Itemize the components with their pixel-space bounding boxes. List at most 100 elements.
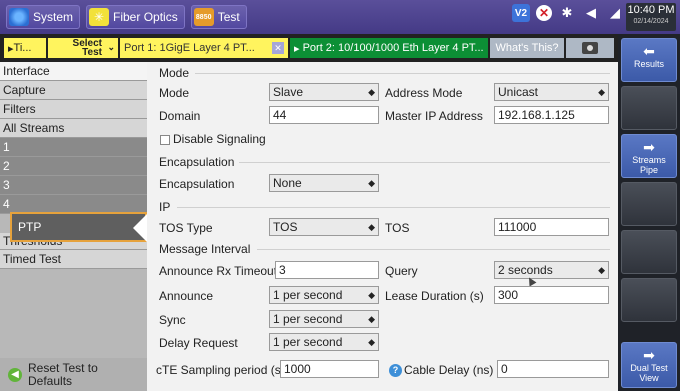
dropdown-icon: ◆ [368,337,375,347]
mode-select[interactable]: Slave ◆ [269,83,379,101]
nav-item-capture[interactable]: Capture [0,81,147,100]
address-mode-select[interactable]: Unicast ◆ [494,83,609,101]
announce-label: Announce [159,289,214,303]
nav-item-ptp[interactable]: PTP [10,212,147,242]
speaker-icon[interactable]: ◀ [582,4,600,22]
tos-type-value: TOS [273,220,298,234]
dual-test-label-1: Dual Test [630,363,668,373]
address-mode-label: Address Mode [385,86,463,100]
whats-this-label: What's This? [495,42,559,54]
whats-this-button[interactable]: What's This? [490,38,564,58]
reset-arrow-icon: ◀ [8,367,22,382]
top-bar: System ✳ Fiber Optics 8850 Test V2 ✕ ✱ ◀… [0,0,680,34]
mode-label: Mode [159,86,190,100]
dropdown-icon: ◆ [598,265,605,275]
query-label: Query [385,264,418,278]
nav-item-stream-2[interactable]: 2 [0,157,147,176]
tab-ti[interactable]: ▸ Ti... [4,38,46,58]
encapsulation-divider [239,162,610,163]
sync-select[interactable]: 1 per second ◆ [269,310,379,328]
system-button[interactable]: System [6,5,81,29]
nav-item-interface[interactable]: Interface [0,62,147,81]
delay-request-select[interactable]: 1 per second ◆ [269,333,379,351]
lease-duration-label: Lease Duration (s) [385,289,484,303]
close-icon[interactable]: ✕ [272,42,284,54]
sync-value: 1 per second [273,312,343,326]
encapsulation-group-title: Encapsulation [159,155,235,169]
cable-delay-field[interactable]: 0 [497,360,609,378]
select-test-tab[interactable]: Select Test ⌄ [48,38,118,58]
nav-item-stream-1[interactable]: 1 [0,138,147,157]
fiber-optics-button[interactable]: ✳ Fiber Optics [86,5,185,29]
system-icon [9,8,29,26]
master-ip-field[interactable]: 192.168.1.125 [494,106,609,124]
dropdown-icon: ◆ [368,222,375,232]
mode-group-title: Mode [159,66,190,80]
nav-item-stream-3[interactable]: 3 [0,176,147,195]
query-select[interactable]: 2 seconds ◆ [494,261,609,279]
reset-defaults-button[interactable]: ◀ Reset Test to Defaults [0,358,147,391]
test-button[interactable]: 8850 Test [190,5,247,29]
nav-item-all-streams[interactable]: All Streams [0,119,147,138]
sidebar-empty-button-4[interactable] [621,278,677,322]
error-icon[interactable]: ✕ [536,5,552,21]
streams-pipe-button[interactable]: ➡ Streams Pipe [621,134,677,178]
master-ip-label: Master IP Address [385,109,483,123]
ptp-settings-panel: Mode Mode Slave ◆ Address Mode Unicast ◆ D… [147,62,618,391]
v2-icon[interactable]: V2 [512,4,530,22]
dual-test-view-button[interactable]: ➡ Dual Test View [621,342,677,388]
test-label: Test [217,10,240,24]
sidebar-empty-button-3[interactable] [621,230,677,274]
bluetooth-icon[interactable]: ✱ [558,4,576,22]
test-sublabel: Test [82,47,102,58]
domain-field[interactable]: 44 [269,106,379,124]
screenshot-button[interactable] [566,38,614,58]
tab-ti-label: Ti... [13,42,32,54]
cte-sampling-field[interactable]: 1000 [280,360,379,378]
tab-port1-label: Port 1: 1GigE Layer 4 PT... [124,42,255,54]
clock: 10:40 PM 02/14/2024 [626,3,676,31]
help-icon[interactable]: ? [389,364,402,377]
encapsulation-label: Encapsulation [159,177,235,191]
arrow-right-icon: ➡ [643,139,655,155]
tos-label: TOS [385,221,410,235]
dropdown-icon: ◆ [598,87,605,97]
dropdown-icon: ◆ [368,290,375,300]
left-nav: Interface Capture Filters All Streams 1 … [0,62,147,391]
mode-value: Slave [273,85,304,99]
dual-test-label-2: View [639,373,659,383]
right-sidebar: ⬅ Results ➡ Streams Pipe ➡ Dual Test Vie… [618,34,680,391]
announce-rx-field[interactable]: 3 [275,261,379,279]
announce-select[interactable]: 1 per second ◆ [269,286,379,304]
dropdown-icon: ◆ [368,87,375,97]
encapsulation-select[interactable]: None ◆ [269,174,379,192]
clock-date: 02/14/2024 [633,18,669,25]
arrow-right-icon: ➡ [643,347,655,363]
announce-value: 1 per second [273,288,343,302]
results-button[interactable]: ⬅ Results [621,38,677,82]
chevron-down-icon: ⌄ [107,42,115,52]
arrow-left-icon: ⬅ [643,43,655,59]
system-label: System [33,10,74,24]
sync-label: Sync [159,313,186,327]
test-icon: 8850 [193,8,214,26]
disable-signaling-checkbox[interactable] [160,135,170,145]
encapsulation-value: None [273,176,302,190]
ip-divider [177,207,610,208]
tab-port1[interactable]: Port 1: 1GigE Layer 4 PT... ✕ [120,38,288,58]
lease-duration-field[interactable]: 300 [494,286,609,304]
tab-port2[interactable]: ▸ Port 2: 10/100/1000 Eth Layer 4 PT... [290,38,488,58]
message-interval-group-title: Message Interval [159,242,251,256]
nav-item-filters[interactable]: Filters [0,100,147,119]
sidebar-empty-button-1[interactable] [621,86,677,130]
sidebar-empty-button-2[interactable] [621,182,677,226]
wifi-icon[interactable]: ◢ [606,4,624,22]
domain-label: Domain [159,109,201,123]
nav-item-timed-test[interactable]: Timed Test [0,250,147,269]
tos-field[interactable]: 111000 [494,218,609,236]
message-interval-divider [257,249,610,250]
results-label: Results [633,59,664,69]
delay-request-value: 1 per second [273,335,343,349]
streams-pipe-label-2: Pipe [639,165,658,175]
tos-type-select[interactable]: TOS ◆ [269,218,379,236]
